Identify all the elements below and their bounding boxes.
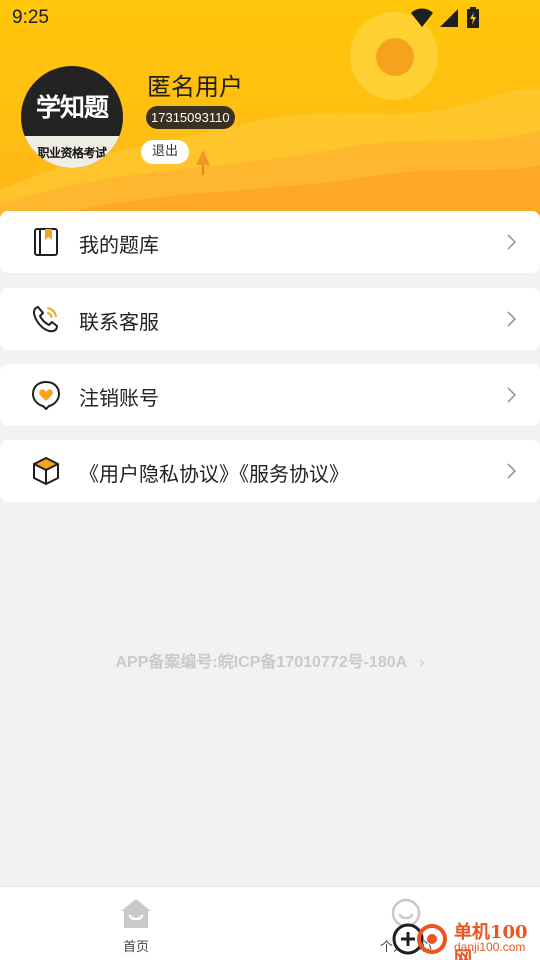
avatar-logo-title: 学知题 xyxy=(35,93,109,122)
watermark-logo-icon xyxy=(392,923,447,955)
status-time: 9:25 xyxy=(12,7,49,28)
phone-icon xyxy=(33,306,58,333)
username: 匿名用户 xyxy=(147,73,243,101)
icp-text: APP备案编号:皖ICP备17010772号-180A xyxy=(115,654,408,671)
chevron-right-icon xyxy=(507,234,517,250)
menu-item-customer-service[interactable]: 联系客服 xyxy=(0,288,540,350)
tab-label: 首页 xyxy=(122,940,149,955)
status-icons xyxy=(410,7,500,29)
menu-item-label: 联系客服 xyxy=(79,310,159,334)
home-icon xyxy=(121,899,151,928)
menu-item-label: 我的题库 xyxy=(79,233,159,257)
avatar[interactable]: 学知题 职业资格考试 xyxy=(21,66,123,168)
watermark-url: danji100.com xyxy=(454,940,526,954)
phone-badge: 17315093110 xyxy=(146,106,235,129)
profile-header: 9:25 学知题 职业资格考试 匿名用户 17315093110 退出 xyxy=(0,0,540,232)
menu-item-question-bank[interactable]: 我的题库 xyxy=(0,211,540,273)
signal-icon xyxy=(440,9,458,27)
menu-item-label: 注销账号 xyxy=(79,386,159,410)
book-icon xyxy=(34,228,58,256)
chevron-right-icon xyxy=(507,311,517,327)
box-icon xyxy=(33,457,59,485)
menu-item-agreements[interactable]: 《用户隐私协议》《服务协议》 xyxy=(0,440,540,502)
menu-item-delete-account[interactable]: 注销账号 xyxy=(0,364,540,426)
tab-home[interactable]: 首页 xyxy=(76,887,196,960)
logout-button[interactable]: 退出 xyxy=(141,140,189,164)
avatar-logo-subtitle: 职业资格考试 xyxy=(37,146,107,160)
heart-bubble-icon xyxy=(32,381,60,410)
chevron-right-icon: › xyxy=(419,654,425,671)
menu-item-label: 《用户隐私协议》《服务协议》 xyxy=(79,462,349,486)
icp-record-link[interactable]: APP备案编号:皖ICP备17010772号-180A › xyxy=(0,648,540,672)
wifi-icon xyxy=(411,8,433,27)
chevron-right-icon xyxy=(507,463,517,479)
chevron-right-icon xyxy=(507,387,517,403)
status-bar: 9:25 xyxy=(0,0,540,36)
watermark: 单机100网 danji100.com xyxy=(390,915,540,960)
battery-icon xyxy=(467,7,479,28)
sun-decoration xyxy=(376,38,414,76)
